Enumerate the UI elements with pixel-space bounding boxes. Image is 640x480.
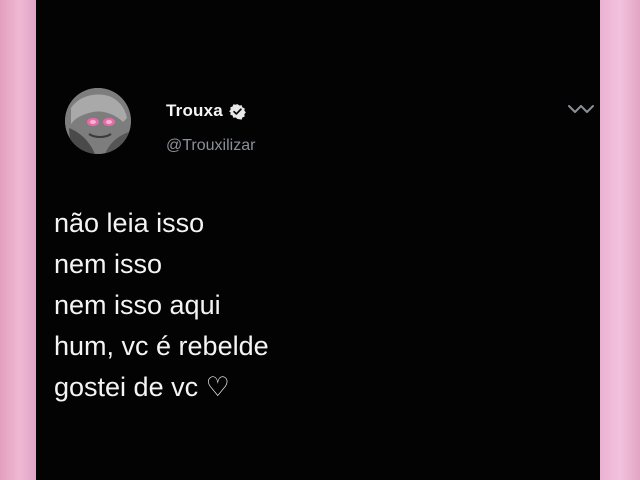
tweet-line: nem isso — [54, 249, 163, 279]
display-name[interactable]: Trouxa — [166, 101, 223, 121]
avatar[interactable] — [65, 88, 131, 154]
avatar-image — [65, 88, 131, 154]
handle[interactable]: @Trouxilizar — [166, 137, 255, 155]
tweet-line: não leia isso — [54, 208, 205, 238]
tweet-text: não leia isso nem isso nem isso aqui hum… — [54, 203, 574, 408]
tweet-line: hum, vc é rebelde — [54, 331, 269, 361]
frame-left — [0, 0, 36, 480]
tweet-line: nem isso aqui — [54, 290, 221, 320]
tweet-line: gostei de vc ♡ — [54, 372, 230, 402]
tweet-card: Trouxa @Trouxilizar não leia isso nem is… — [36, 0, 600, 480]
author-name-row: Trouxa — [166, 100, 246, 122]
chevron-down-icon[interactable] — [566, 100, 596, 120]
frame-right — [600, 0, 640, 480]
verified-badge-icon — [229, 103, 246, 120]
